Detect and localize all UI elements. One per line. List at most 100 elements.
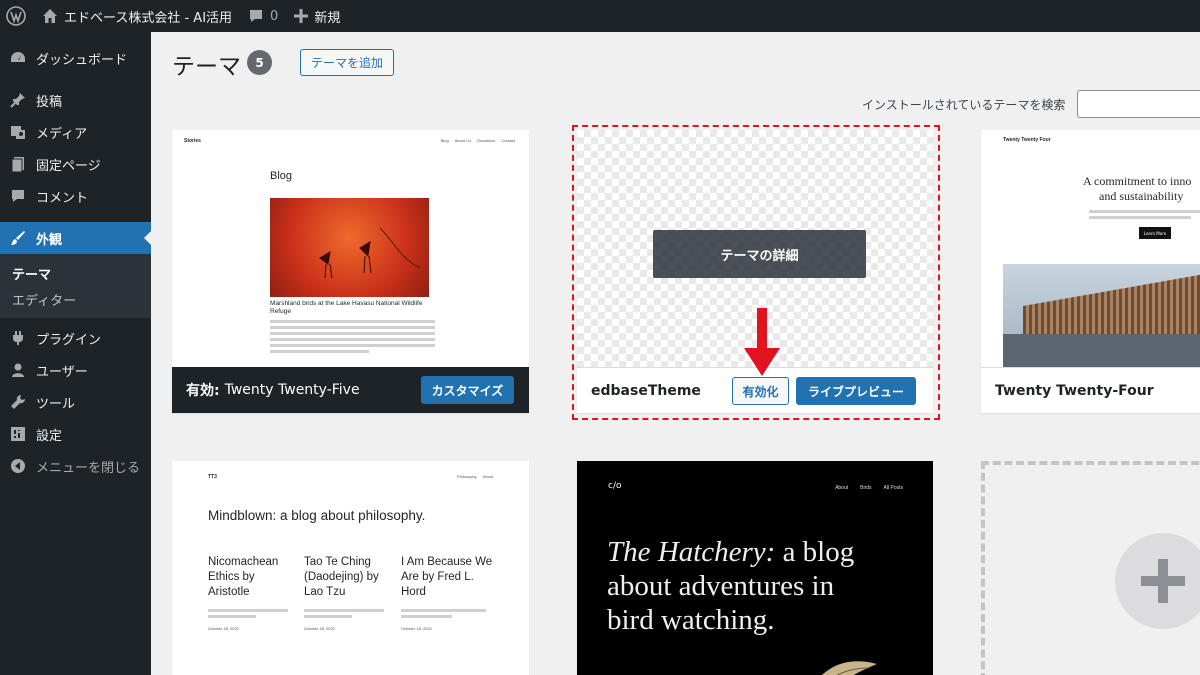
preview-post-title: Marshland birds at the Lake Havasu Natio… xyxy=(270,300,423,315)
theme-card-twenty-twenty-two[interactable]: c/o About Birds All Posts The Hatchery: … xyxy=(577,461,933,675)
theme-screenshot: Twenty Twenty Four A commitment to inno … xyxy=(981,130,1200,367)
menu-posts[interactable]: 投稿 xyxy=(0,84,151,116)
preview-building-image xyxy=(1003,264,1200,367)
menu-plugins[interactable]: プラグイン xyxy=(0,322,151,354)
preview-nav-item: Birds xyxy=(860,485,872,491)
menu-appearance[interactable]: 外観 xyxy=(0,222,151,254)
preview-nav: Blog About Us Donations Contact xyxy=(441,138,515,143)
menu-users-label: ユーザー xyxy=(36,364,88,380)
menu-comments-label: コメント xyxy=(36,190,89,206)
appearance-submenu: テーマ エディター xyxy=(0,254,151,318)
menu-plugins-label: プラグイン xyxy=(36,332,102,348)
preview-book-title: Nicomachean Ethics by Aristotle xyxy=(208,556,279,598)
brush-icon xyxy=(8,228,28,248)
menu-pages[interactable]: 固定ページ xyxy=(0,148,151,180)
add-theme-button[interactable]: テーマを追加 xyxy=(300,49,394,76)
preview-headline-1: A commitment to inno xyxy=(1083,174,1192,188)
theme-card-twenty-twenty-three[interactable]: TT3 Philosophy About Mindblown: a blog a… xyxy=(172,461,529,675)
submenu-themes[interactable]: テーマ xyxy=(0,260,151,286)
preview-headline-italic: The Hatchery: xyxy=(607,536,776,568)
preview-headline-line-3: bird watching. xyxy=(607,604,775,636)
bird-silhouette-icon xyxy=(319,227,421,279)
menu-settings[interactable]: 設定 xyxy=(0,418,151,450)
admin-sidebar: ダッシュボード 投稿 メディア 固定ページ コメント 外観 テーマ エディター … xyxy=(0,32,151,675)
red-arrow-down-icon xyxy=(744,308,780,376)
theme-card-twenty-twenty-five[interactable]: Stories Blog About Us Donations Contact … xyxy=(172,130,529,413)
preview-nav-item: Contact xyxy=(501,138,515,143)
site-name-link[interactable]: エドベース株式会社 - AI活用 xyxy=(34,0,240,32)
menu-settings-label: 設定 xyxy=(36,428,63,444)
menu-tools[interactable]: ツール xyxy=(0,386,151,418)
preview-body-lines xyxy=(208,609,288,621)
preview-date: October 18, 2022 xyxy=(304,626,335,631)
preview-date: October 18, 2022 xyxy=(401,626,432,631)
comments-link[interactable]: 0 xyxy=(240,0,286,32)
menu-media[interactable]: メディア xyxy=(0,116,151,148)
plus-icon xyxy=(294,9,309,23)
preview-heading: Blog xyxy=(270,170,293,182)
preview-headline: Mindblown: a blog about philosophy. xyxy=(208,508,426,523)
menu-pages-label: 固定ページ xyxy=(36,158,101,174)
preview-site-title: TT3 xyxy=(208,474,217,480)
bird-wing-illustration xyxy=(822,661,877,675)
preview-nav-item: About Us xyxy=(454,138,472,143)
wp-logo-menu[interactable] xyxy=(0,0,34,32)
theme-screenshot: Stories Blog About Us Donations Contact … xyxy=(172,130,529,367)
menu-dashboard-label: ダッシュボード xyxy=(36,52,128,68)
submenu-editor[interactable]: エディター xyxy=(0,286,151,312)
preview-learn-more-button: Learn More xyxy=(1139,227,1171,239)
wordpress-icon xyxy=(6,6,26,26)
comment-icon xyxy=(8,186,28,206)
menu-users[interactable]: ユーザー xyxy=(0,354,151,386)
new-label: 新規 xyxy=(314,10,341,26)
comments-count: 0 xyxy=(270,8,279,24)
collapse-arrow-icon xyxy=(8,456,28,476)
media-icon xyxy=(8,122,28,142)
menu-media-label: メディア xyxy=(36,126,88,142)
preview-nav-item: All Posts xyxy=(883,485,903,491)
page-icon xyxy=(8,154,28,174)
preview-headline: The Hatchery: a blog about adventures in… xyxy=(607,535,854,637)
preview-site-title: Twenty Twenty Four xyxy=(1003,137,1051,143)
preview-nav: About Birds All Posts xyxy=(835,485,903,491)
theme-card-twenty-twenty-four[interactable]: Twenty Twenty Four A commitment to inno … xyxy=(981,130,1200,413)
menu-tools-label: ツール xyxy=(36,396,76,412)
preview-nav-item: About xyxy=(482,474,493,479)
menu-appearance-label: 外観 xyxy=(36,232,63,248)
preview-book-title: Tao Te Ching (Daodejing) by Lao Tzu xyxy=(304,556,379,598)
customize-button[interactable]: カスタマイズ xyxy=(421,376,514,404)
menu-comments[interactable]: コメント xyxy=(0,180,151,212)
collapse-menu-button[interactable]: メニューを閉じる xyxy=(0,450,151,482)
preview-body-lines xyxy=(1089,210,1200,222)
page-title: テーマ xyxy=(172,54,241,80)
theme-search-input[interactable] xyxy=(1077,90,1200,118)
active-prefix: 有効: xyxy=(186,383,220,399)
collapse-menu-label: メニューを閉じる xyxy=(36,460,141,476)
pin-icon xyxy=(8,90,28,110)
preview-site-title: Stories xyxy=(184,138,201,144)
preview-date: October 18, 2022 xyxy=(208,626,239,631)
preview-nav-item: Philosophy xyxy=(456,474,477,479)
plugin-icon xyxy=(8,328,28,348)
theme-name: Twenty Twenty-Four xyxy=(995,382,1154,399)
theme-name: Twenty Twenty-Five xyxy=(224,382,360,398)
preview-nav-item: About xyxy=(835,485,849,491)
preview-nav-item: Donations xyxy=(477,138,496,143)
preview-headline-line-2: about adventures in xyxy=(607,570,835,602)
menu-posts-label: 投稿 xyxy=(36,94,63,110)
theme-name-bar: Twenty Twenty-Four xyxy=(981,367,1200,413)
preview-body-lines xyxy=(401,609,486,621)
add-new-theme-card[interactable] xyxy=(981,461,1200,675)
menu-dashboard[interactable]: ダッシュボード xyxy=(0,42,151,74)
site-name: エドベース株式会社 - AI活用 xyxy=(64,10,233,26)
search-label: インストールされているテーマを検索 xyxy=(862,98,1066,112)
user-icon xyxy=(8,360,28,380)
preview-headline-rest: a blog xyxy=(775,536,855,568)
preview-book-title: I Am Because We Are by Fred L. Hord xyxy=(401,556,493,598)
preview-nav-item: Blog xyxy=(440,138,449,143)
home-icon xyxy=(43,9,57,23)
new-content-menu[interactable]: 新規 xyxy=(286,0,348,32)
dashboard-icon xyxy=(8,48,28,68)
preview-nav: Philosophy About xyxy=(457,474,493,479)
settings-icon xyxy=(8,424,28,444)
